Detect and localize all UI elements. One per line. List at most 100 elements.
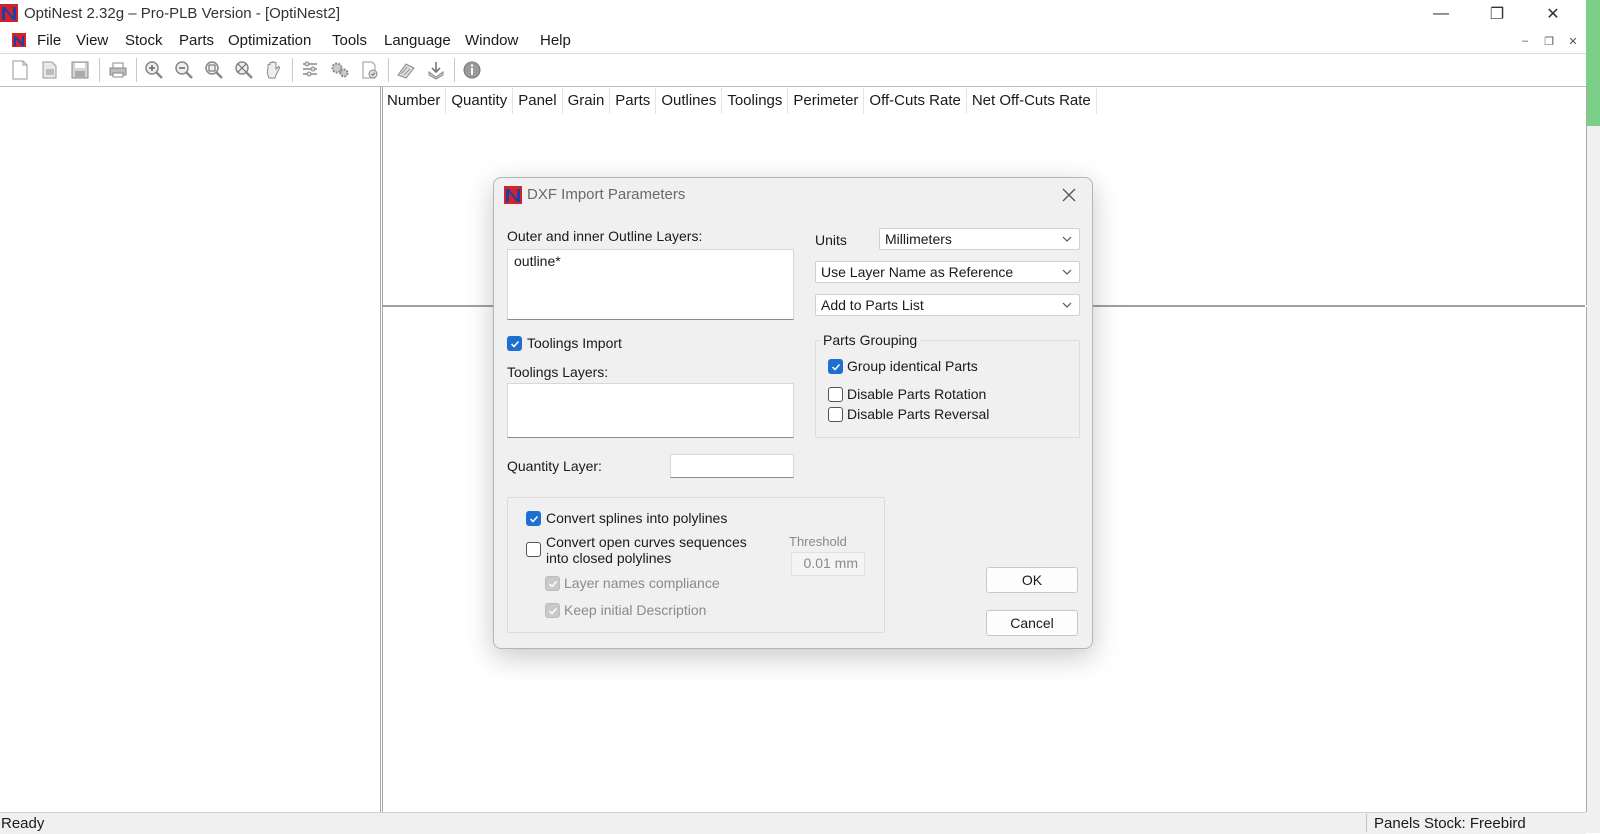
chevron-down-icon — [1062, 236, 1072, 242]
status-bar — [0, 812, 1586, 834]
column-number[interactable]: Number — [382, 88, 447, 114]
gears-icon[interactable] — [328, 58, 352, 82]
dialog-close-button[interactable] — [1055, 182, 1083, 208]
threshold-input: 0.01 mm — [791, 552, 865, 576]
menu-help[interactable]: Help — [540, 32, 571, 49]
mdi-minimize-button[interactable]: – — [1514, 31, 1536, 51]
mdi-restore-button[interactable]: ❐ — [1538, 31, 1560, 51]
zoom-in-icon[interactable] — [142, 58, 166, 82]
toolings-import-label[interactable]: Toolings Import — [527, 335, 622, 351]
column-panel[interactable]: Panel — [513, 88, 563, 114]
mdi-close-button[interactable]: ✕ — [1562, 31, 1584, 51]
keep-description-checkbox — [545, 603, 560, 618]
menu-window[interactable]: Window — [465, 32, 518, 49]
zoom-all-icon[interactable] — [232, 58, 256, 82]
menu-tools[interactable]: Tools — [332, 32, 367, 49]
report-icon[interactable] — [358, 58, 382, 82]
units-select[interactable]: Millimeters — [879, 228, 1080, 250]
maximize-button[interactable]: ❐ — [1474, 0, 1520, 28]
threshold-label: Threshold — [789, 534, 847, 549]
toolings-layers-input[interactable] — [507, 383, 794, 438]
document-icon[interactable] — [11, 32, 27, 48]
convert-splines-label[interactable]: Convert splines into polylines — [546, 510, 727, 526]
column-toolings[interactable]: Toolings — [722, 88, 789, 114]
disable-reversal-checkbox[interactable] — [828, 407, 843, 422]
export-icon[interactable] — [424, 58, 448, 82]
column-quantity[interactable]: Quantity — [446, 88, 514, 114]
status-panels-stock: Panels Stock: Freebird — [1374, 815, 1526, 832]
units-select-value: Millimeters — [885, 231, 952, 247]
toolbar-separator — [136, 58, 137, 82]
quantity-layer-label: Quantity Layer: — [507, 458, 602, 474]
minimize-button[interactable]: — — [1418, 0, 1464, 28]
group-identical-checkbox[interactable] — [828, 359, 843, 374]
nest-icon[interactable] — [394, 58, 418, 82]
reference-select[interactable]: Use Layer Name as Reference — [815, 261, 1080, 283]
convert-open-curves-label-line1[interactable]: Convert open curves sequences — [546, 534, 747, 550]
check-icon — [548, 580, 557, 588]
toolings-layers-label: Toolings Layers: — [507, 364, 609, 380]
check-icon — [831, 363, 840, 371]
check-icon — [529, 515, 538, 523]
column-parts[interactable]: Parts — [610, 88, 657, 114]
menu-parts[interactable]: Parts — [179, 32, 214, 49]
units-label: Units — [815, 232, 847, 248]
tree-pane[interactable] — [0, 87, 381, 812]
settings-list-icon[interactable] — [298, 58, 322, 82]
column-net-offcuts-rate[interactable]: Net Off-Cuts Rate — [967, 88, 1097, 114]
chevron-down-icon — [1062, 302, 1072, 308]
save-icon[interactable] — [68, 58, 92, 82]
close-button[interactable]: ✕ — [1530, 0, 1576, 28]
quantity-layer-input[interactable] — [670, 454, 794, 478]
column-perimeter[interactable]: Perimeter — [788, 88, 865, 114]
side-scroll-thumb[interactable] — [1586, 0, 1600, 126]
menu-file[interactable]: File — [37, 32, 61, 49]
destination-select[interactable]: Add to Parts List — [815, 294, 1080, 316]
new-icon[interactable] — [8, 58, 32, 82]
status-separator — [1366, 814, 1367, 832]
disable-reversal-label[interactable]: Disable Parts Reversal — [847, 406, 989, 422]
disable-rotation-checkbox[interactable] — [828, 387, 843, 402]
toolbar-separator — [454, 58, 455, 82]
column-grain[interactable]: Grain — [563, 88, 611, 114]
ok-button[interactable]: OK — [986, 567, 1078, 593]
optinest-app-icon — [0, 4, 18, 22]
column-outlines[interactable]: Outlines — [656, 88, 723, 114]
destination-select-value: Add to Parts List — [821, 297, 924, 313]
table-header: Number Quantity Panel Grain Parts Outlin… — [382, 88, 1097, 114]
menu-stock[interactable]: Stock — [125, 32, 163, 49]
zoom-fit-icon[interactable] — [202, 58, 226, 82]
disable-rotation-label[interactable]: Disable Parts Rotation — [847, 386, 986, 402]
chevron-down-icon — [1062, 269, 1072, 275]
info-icon[interactable] — [460, 58, 484, 82]
outline-layers-label: Outer and inner Outline Layers: — [507, 228, 703, 244]
outline-layers-input[interactable]: outline* — [507, 249, 794, 320]
open-icon[interactable] — [38, 58, 62, 82]
toolings-import-checkbox[interactable] — [507, 336, 522, 351]
layer-names-compliance-checkbox — [545, 576, 560, 591]
optinest-app-icon — [504, 186, 522, 204]
convert-splines-checkbox[interactable] — [526, 511, 541, 526]
keep-description-label: Keep initial Description — [564, 602, 707, 618]
column-offcuts-rate[interactable]: Off-Cuts Rate — [864, 88, 967, 114]
toolbar-separator — [292, 58, 293, 82]
convert-open-curves-checkbox[interactable] — [526, 542, 541, 557]
menu-language[interactable]: Language — [384, 32, 451, 49]
menu-view[interactable]: View — [76, 32, 108, 49]
convert-open-curves-label-line2[interactable]: into closed polylines — [546, 550, 671, 566]
menu-optimization[interactable]: Optimization — [228, 32, 311, 49]
dialog-title: DXF Import Parameters — [527, 186, 686, 203]
pan-hand-icon[interactable] — [262, 58, 286, 82]
parts-grouping-label: Parts Grouping — [820, 332, 921, 348]
window-title: OptiNest 2.32g – Pro-PLB Version - [Opti… — [24, 5, 340, 22]
status-text: Ready — [1, 815, 45, 832]
close-icon — [1062, 188, 1076, 202]
toolbar-separator — [99, 58, 100, 82]
toolbar-separator — [388, 58, 389, 82]
check-icon — [510, 340, 519, 348]
cancel-button[interactable]: Cancel — [986, 610, 1078, 636]
layer-names-compliance-label: Layer names compliance — [564, 575, 720, 591]
print-icon[interactable] — [106, 58, 130, 82]
zoom-out-icon[interactable] — [172, 58, 196, 82]
group-identical-label[interactable]: Group identical Parts — [847, 358, 978, 374]
